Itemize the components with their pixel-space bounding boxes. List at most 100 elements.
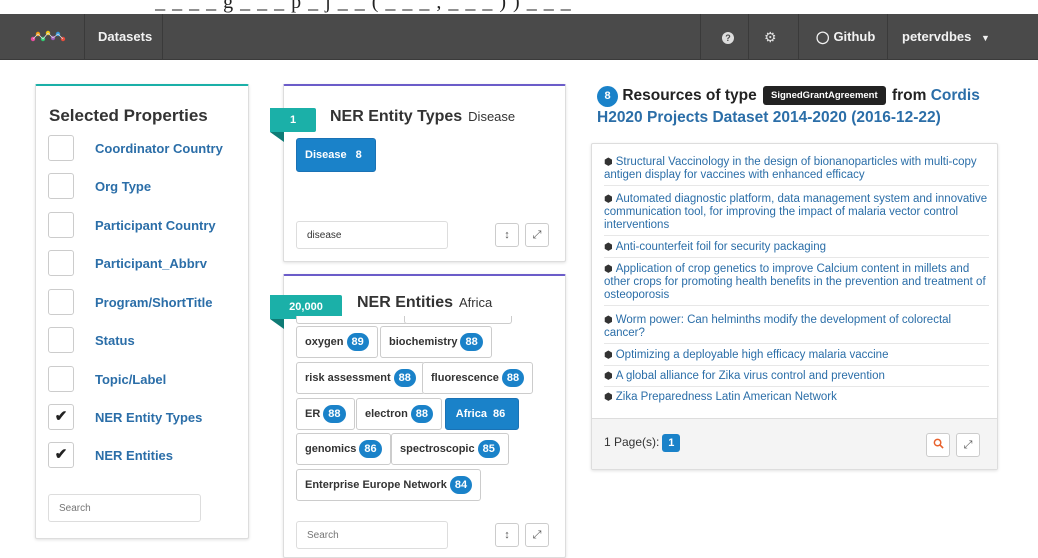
properties-search-input[interactable] — [48, 494, 201, 522]
github-icon: ◯ — [816, 30, 830, 44]
gears-icon: ⚙ — [764, 29, 777, 45]
property-checkbox[interactable] — [48, 366, 74, 392]
page-button[interactable]: 1 — [662, 434, 681, 452]
tag-label: Enterprise Europe Network — [305, 479, 447, 491]
tag-label: ER — [305, 408, 321, 420]
tag-fluorescence[interactable]: fluorescence 88 — [422, 362, 534, 394]
resources-heading: 8 Resources of type SignedGrantAgreement… — [597, 85, 1017, 129]
top-fragment: " _ _ _ _ g _ _ _ p _ j _ _ ( _ _ _ , _ … — [140, 0, 572, 13]
tag-disease[interactable]: Disease 8 — [296, 138, 376, 172]
facet-count-ribbon: 1 — [270, 108, 316, 142]
question-circle-icon: ? — [722, 32, 734, 44]
nav-separator — [162, 14, 163, 60]
resource-link[interactable]: Optimizing a deployable high efficacy ma… — [616, 349, 889, 361]
navbar: Datasets ? ⚙ ◯ Github petervdbes ▼ — [0, 14, 1038, 60]
resource-link[interactable]: Zika Preparedness Latin American Network — [616, 391, 837, 403]
resource-item[interactable]: ⬢ Structural Vaccinology in the design of… — [604, 156, 989, 186]
property-label[interactable]: Status — [95, 333, 135, 348]
property-label[interactable]: Program/ShortTitle — [95, 295, 213, 310]
property-row-ner-entity-types[interactable]: ✔ NER Entity Types — [48, 404, 243, 434]
resource-item[interactable]: ⬢ Worm power: Can helminths modify the de… — [604, 314, 989, 344]
property-checkbox[interactable] — [48, 327, 74, 353]
resource-item[interactable]: ⬢ Optimizing a deployable high efficacy m… — [604, 349, 989, 366]
resource-item[interactable]: ⬢ Automated diagnostic platform, data man… — [604, 193, 989, 236]
facet-title: NER Entity Types Disease — [330, 108, 515, 126]
resource-item[interactable]: ⬢ Application of crop genetics to improve… — [604, 263, 989, 306]
tag-count-badge: 86 — [359, 440, 382, 458]
entity-types-search-input[interactable] — [296, 221, 448, 249]
property-label[interactable]: NER Entity Types — [95, 410, 202, 425]
tag-electron[interactable]: electron 88 — [356, 398, 443, 430]
property-label[interactable]: Coordinator Country — [95, 141, 223, 156]
sort-button[interactable]: ↕ — [495, 223, 519, 247]
resource-link[interactable]: Worm power: Can helminths modify the dev… — [604, 314, 951, 339]
property-row-coordinator-country[interactable]: Coordinator Country — [48, 135, 243, 165]
search-button[interactable] — [926, 433, 950, 457]
facet-title-text: NER Entities — [357, 294, 454, 311]
facet-selected-value: Africa — [459, 295, 493, 310]
logo-icon[interactable] — [26, 24, 70, 50]
facet-ner-entities: 20,000 NER Entities Africa oxygen 89 bioch… — [270, 274, 566, 558]
tag-label: fluorescence — [431, 372, 499, 384]
settings-button[interactable]: ⚙ — [764, 14, 777, 60]
tag-label: spectroscopic — [400, 443, 475, 455]
tag-er[interactable]: ER 88 — [296, 398, 355, 430]
tag-risk-assessment[interactable]: risk assessment 88 — [296, 362, 425, 394]
tag-biochemistry[interactable]: biochemistry 88 — [380, 326, 492, 358]
property-checkbox[interactable] — [48, 135, 74, 161]
property-row-topic-label[interactable]: Topic/Label — [48, 366, 243, 396]
resource-link[interactable]: Application of crop genetics to improve … — [604, 263, 986, 301]
resource-link[interactable]: A global alliance for Zika virus control… — [616, 370, 885, 382]
property-checkbox[interactable] — [48, 173, 74, 199]
property-row-ner-entities[interactable]: ✔ NER Entities — [48, 442, 243, 472]
sort-button[interactable]: ↕ — [495, 523, 519, 547]
resource-link[interactable]: Automated diagnostic platform, data mana… — [604, 193, 987, 231]
resource-link[interactable]: Anti-counterfeit foil for security packa… — [616, 241, 826, 253]
tag-count-badge: 88 — [410, 405, 434, 423]
user-label: petervdbes — [902, 29, 972, 44]
tag-count-badge: 88 — [323, 405, 346, 423]
nav-separator — [748, 14, 749, 60]
nav-separator — [84, 14, 85, 60]
resource-item[interactable]: ⬢ A global alliance for Zika virus contro… — [604, 370, 989, 387]
nav-separator — [798, 14, 799, 60]
nav-datasets[interactable]: Datasets — [98, 14, 152, 60]
tag-count-badge: 89 — [346, 333, 369, 351]
resource-type-pill: SignedGrantAgreement — [763, 86, 886, 105]
property-checkbox[interactable] — [48, 289, 74, 315]
property-label[interactable]: Participant_Abbrv — [95, 256, 207, 271]
resource-item[interactable]: ⬢ Zika Preparedness Latin American Networ… — [604, 391, 989, 407]
property-row-org-type[interactable]: Org Type — [48, 173, 243, 203]
property-row-status[interactable]: Status — [48, 327, 243, 357]
expand-button[interactable]: ⤢ — [956, 433, 980, 457]
tag-enterprise-europe-network[interactable]: Enterprise Europe Network 84 — [296, 469, 482, 501]
user-menu[interactable]: petervdbes ▼ — [902, 14, 990, 60]
property-checkbox-checked[interactable]: ✔ — [48, 404, 74, 430]
property-row-program-shorttitle[interactable]: Program/ShortTitle — [48, 289, 243, 319]
sort-icon: ↕ — [504, 229, 510, 241]
property-label[interactable]: Topic/Label — [95, 372, 166, 387]
tag-count-badge: 8 — [355, 149, 362, 161]
resource-item[interactable]: ⬢ Anti-counterfeit foil for security pack… — [604, 241, 989, 258]
expand-button[interactable]: ⤢ — [525, 523, 549, 547]
tag-genomics[interactable]: genomics 86 — [296, 433, 391, 465]
property-row-participant-abbrv[interactable]: Participant_Abbrv — [48, 250, 243, 280]
entities-search-input[interactable] — [296, 521, 448, 549]
property-checkbox-checked[interactable]: ✔ — [48, 442, 74, 468]
tag-oxygen[interactable]: oxygen 89 — [296, 326, 378, 358]
nav-separator — [700, 14, 701, 60]
property-label[interactable]: Participant Country — [95, 218, 216, 233]
property-checkbox[interactable] — [48, 250, 74, 276]
facet-selected-value: Disease — [468, 109, 516, 124]
property-label[interactable]: Org Type — [95, 179, 151, 194]
github-link[interactable]: ◯ Github — [816, 14, 875, 60]
help-button[interactable]: ? — [722, 14, 734, 60]
property-checkbox[interactable] — [48, 212, 74, 238]
resource-link[interactable]: Structural Vaccinology in the design of … — [604, 156, 977, 181]
cube-icon: ⬢ — [604, 315, 613, 326]
tag-spectroscopic[interactable]: spectroscopic 85 — [391, 433, 509, 465]
property-row-participant-country[interactable]: Participant Country — [48, 212, 243, 242]
expand-button[interactable]: ⤢ — [525, 223, 549, 247]
property-label[interactable]: NER Entities — [95, 448, 173, 463]
tag-africa[interactable]: Africa 86 — [445, 398, 519, 430]
